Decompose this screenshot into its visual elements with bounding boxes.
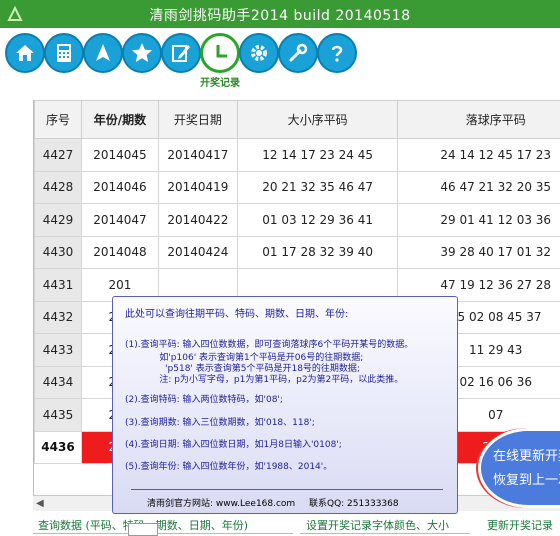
tooltip-line: (2).查询特码: 输入两位数特码，如'08'; [125, 395, 283, 405]
sorted-numbers-cell: 01 17 28 32 39 40 [236, 235, 399, 269]
table-row[interactable]: 4428 2014046 20140419 20 21 32 35 46 47 … [34, 170, 560, 204]
seq-cell: 4433 [34, 333, 82, 367]
edit-button[interactable] [161, 33, 201, 73]
tooltip-line: 注: p为小写字母，p1为第1平码，p2为第2平码，以此类推。 [125, 375, 404, 385]
header-period[interactable]: 年份/期数 [80, 100, 159, 139]
wrench-icon [289, 43, 308, 62]
seq-cell: 4431 [34, 268, 82, 302]
navigation-button[interactable] [83, 33, 123, 73]
seq-cell: 4427 [34, 138, 82, 172]
calculator-button[interactable] [44, 33, 84, 73]
seq-cell: 4435 [34, 398, 82, 432]
favorite-button[interactable] [122, 33, 162, 73]
header-seq[interactable]: 序号 [34, 100, 82, 139]
date-cell: 20140424 [157, 235, 238, 269]
sorted-numbers-cell: 20 21 32 35 46 47 [236, 170, 399, 204]
drawn-numbers-cell: 39 28 40 17 01 32 [397, 235, 560, 269]
qq-label: 联系QQ: 251333368 [309, 499, 399, 509]
title-bar: 清雨剑挑码助手2014 build 20140518 [0, 0, 560, 28]
font-panel-label: 设置开奖记录字体颜色、大小 [306, 519, 449, 532]
calculator-icon [57, 44, 71, 62]
star-icon [132, 43, 152, 62]
tooltip-line: 此处可以查询往期平码、特码、期数、日期、年份: [125, 309, 349, 320]
update-panel-label: 更新开奖记录 [487, 519, 553, 532]
sorted-numbers-cell: 01 03 12 29 36 41 [236, 203, 399, 237]
header-sorted[interactable]: 大小序平码 [236, 100, 399, 139]
period-cell: 2014046 [80, 170, 159, 204]
table-row[interactable]: 4430 2014048 20140424 01 17 28 32 39 40 … [34, 235, 560, 269]
clock-icon [216, 45, 227, 58]
sorted-numbers-cell: 12 14 17 23 24 45 [236, 138, 399, 172]
gear-icon [251, 45, 267, 61]
window-title: 清雨剑挑码助手2014 build 20140518 [149, 8, 411, 24]
bubble-line-1: 在线更新开奖 [493, 449, 560, 464]
period-cell: 2014045 [80, 138, 159, 172]
seq-cell: 4430 [34, 235, 82, 269]
drawn-numbers-cell: 24 14 12 45 17 23 [397, 138, 560, 172]
table-header-row: 序号 年份/期数 开奖日期 大小序平码 落球序平码 [34, 100, 560, 139]
drawn-numbers-cell: 46 47 21 32 20 35 [397, 170, 560, 204]
home-icon [16, 45, 34, 61]
tooltip-divider [131, 489, 443, 490]
seq-cell: 4436 [34, 430, 82, 464]
table-row[interactable]: 4427 2014045 20140417 12 14 17 23 24 45 … [34, 138, 560, 172]
edit-icon [172, 45, 190, 62]
seq-cell: 4428 [34, 170, 82, 204]
query-help-tooltip: 此处可以查询往期平码、特码、期数、日期、年份: (1).查询平码: 输入四位数数… [112, 296, 458, 514]
tooltip-line: (4).查询日期: 输入四位数日期，如1月8日输入'0108'; [125, 440, 342, 450]
settings-button[interactable] [239, 33, 279, 73]
seq-cell: 4432 [34, 300, 82, 334]
bottom-panel: 查询数据 (平码、特码、期数、日期、年份) 设置开奖记录字体颜色、大小 更新开奖… [0, 511, 560, 536]
query-input[interactable] [128, 523, 158, 536]
tooltip-line: (1).查询平码: 输入四位数数据，即可查询落球序6个平码开某号的数据。 [125, 340, 414, 350]
tooltip-line: (5).查询年份: 输入四位数年份，如'1988、2014'。 [125, 462, 333, 472]
toolbar: 开奖记录 [0, 28, 560, 90]
table-row[interactable]: 4429 2014047 20140422 01 03 12 29 36 41 … [34, 203, 560, 237]
drawn-numbers-cell: 29 01 41 12 03 36 [397, 203, 560, 237]
period-cell: 2014047 [80, 203, 159, 237]
tooltip-line: (3).查询期数: 输入三位数期数，如'018、118'; [125, 418, 315, 428]
navigation-arrow-icon [96, 44, 110, 61]
font-panel-divider [300, 533, 470, 534]
bubble-line-2: 恢复到上一次 [493, 473, 560, 488]
draw-record-label: 开奖记录 [200, 78, 240, 89]
scroll-left-icon[interactable]: ◀ [36, 498, 44, 509]
seq-cell: 4429 [34, 203, 82, 237]
help-button[interactable] [317, 33, 357, 73]
tools-button[interactable] [278, 33, 318, 73]
date-cell: 20140422 [157, 203, 238, 237]
header-drawn[interactable]: 落球序平码 [397, 100, 560, 139]
date-cell: 20140419 [157, 170, 238, 204]
date-cell: 20140417 [157, 138, 238, 172]
home-button[interactable] [5, 33, 45, 73]
period-cell: 2014048 [80, 235, 159, 269]
website-label: 清雨剑官方网站: www.Lee168.com [147, 499, 296, 509]
draw-record-button[interactable] [200, 33, 240, 73]
seq-cell: 4434 [34, 365, 82, 399]
header-date[interactable]: 开奖日期 [157, 100, 238, 139]
query-panel-divider [33, 533, 293, 534]
help-icon [331, 45, 343, 62]
